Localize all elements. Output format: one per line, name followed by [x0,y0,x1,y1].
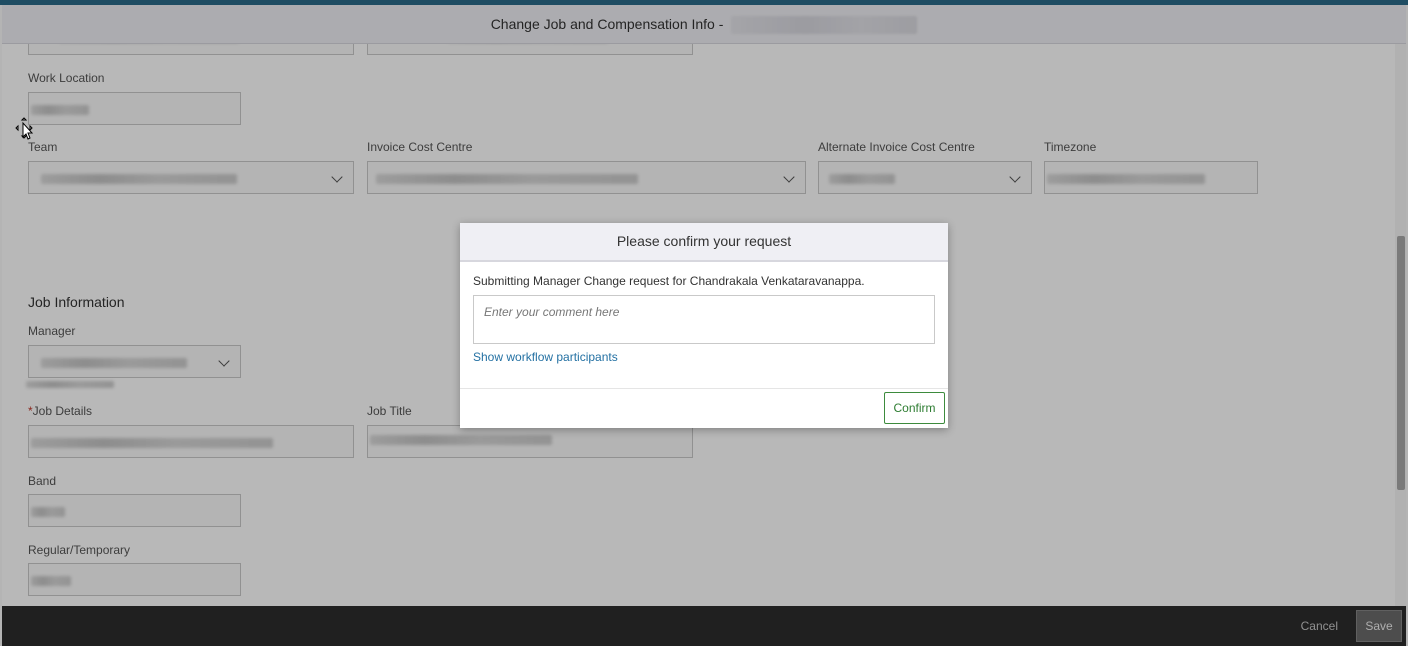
show-workflow-participants-link[interactable]: Show workflow participants [473,350,618,364]
dialog-title: Please confirm your request [460,223,948,262]
app-window: Change Job and Compensation Info - Work … [0,0,1408,646]
confirm-dialog: Please confirm your request Submitting M… [460,223,948,428]
dialog-footer: Confirm [460,388,948,428]
dialog-message: Submitting Manager Change request for Ch… [473,274,865,288]
comment-input[interactable] [473,295,935,344]
mouse-cursor-icon [15,117,34,140]
confirm-button[interactable]: Confirm [884,392,945,424]
